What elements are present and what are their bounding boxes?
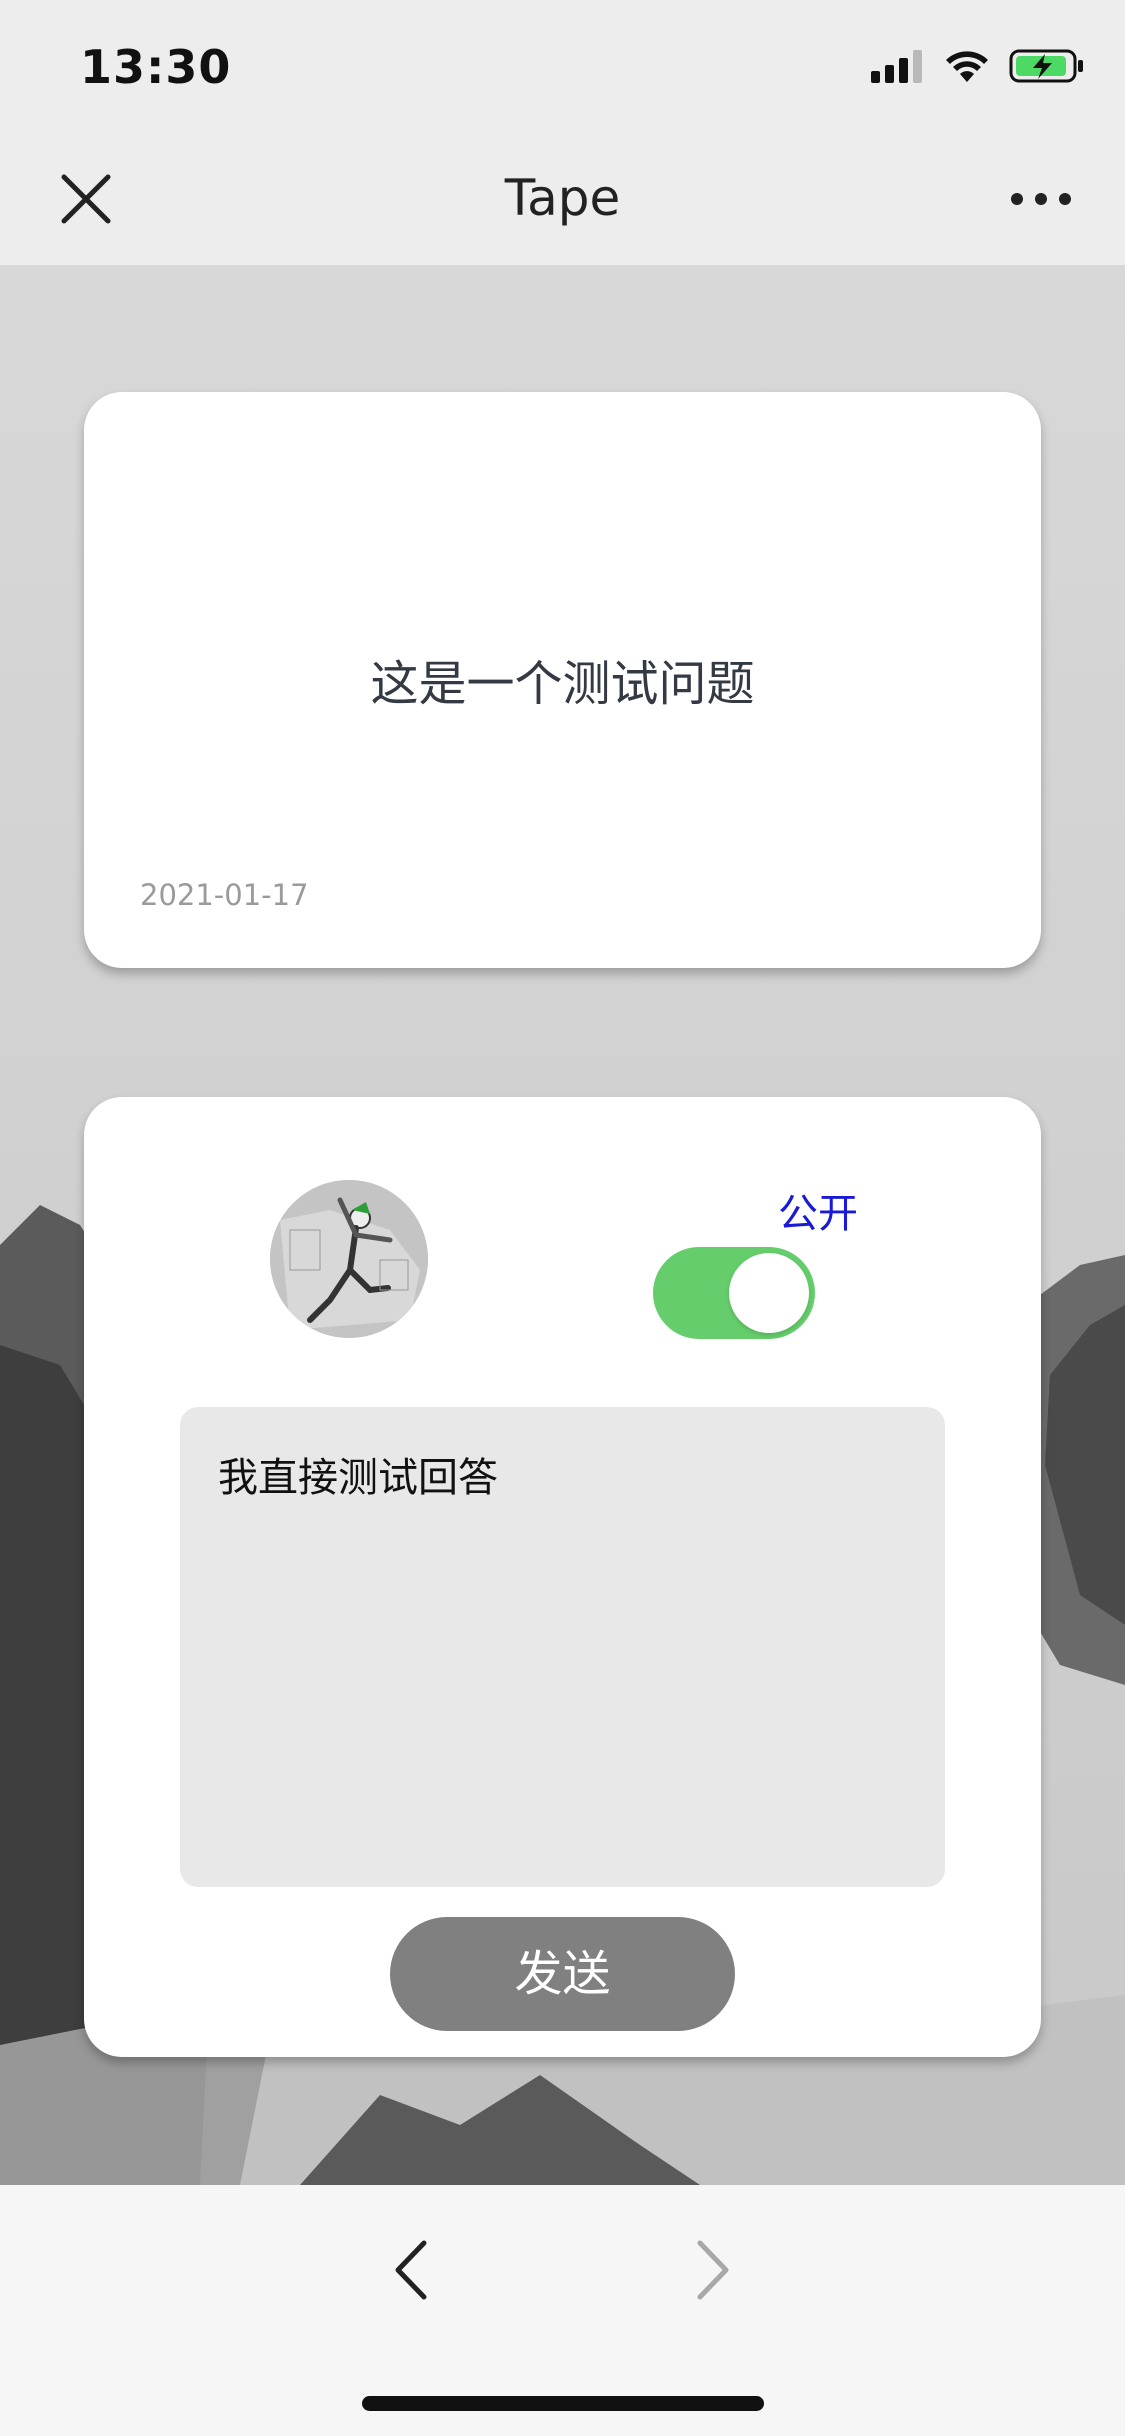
answer-textarea[interactable]: 我直接测试回答 <box>180 1407 945 1887</box>
visibility-label: 公开 <box>778 1191 858 1237</box>
nav-bar: Tape <box>0 135 1125 265</box>
avatar[interactable] <box>270 1180 428 1338</box>
send-button[interactable]: 发送 <box>390 1917 735 2031</box>
content-area: 这是一个测试问题 2021-01-17 公开 我直接测试回答 发送 <box>0 265 1125 2185</box>
wifi-icon <box>946 51 988 82</box>
chevron-right-icon[interactable] <box>690 2235 736 2305</box>
status-time: 13:30 <box>80 40 232 94</box>
cellular-signal-icon <box>871 50 922 83</box>
home-indicator <box>362 2396 764 2411</box>
more-dots-icon[interactable] <box>1009 183 1073 215</box>
avatar-illustration <box>270 1180 428 1338</box>
question-date: 2021-01-17 <box>140 878 309 912</box>
question-text: 这是一个测试问题 <box>370 656 755 712</box>
status-bar: 13:30 <box>0 0 1125 135</box>
battery-charging-icon <box>1009 49 1083 83</box>
page-title: Tape <box>504 169 621 227</box>
status-icons <box>871 48 1085 84</box>
question-card: 这是一个测试问题 2021-01-17 <box>84 392 1041 968</box>
public-toggle[interactable] <box>653 1247 815 1339</box>
toggle-knob <box>729 1253 809 1333</box>
answer-card: 公开 我直接测试回答 发送 <box>84 1097 1041 2057</box>
chevron-left-icon[interactable] <box>388 2235 434 2305</box>
